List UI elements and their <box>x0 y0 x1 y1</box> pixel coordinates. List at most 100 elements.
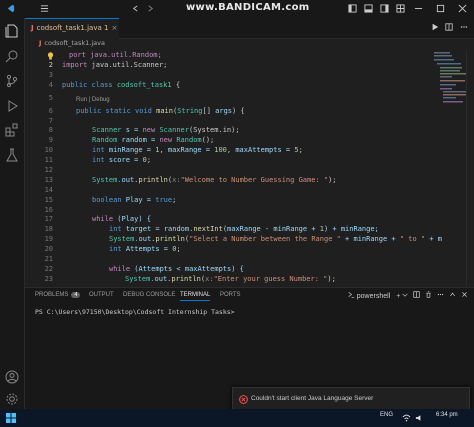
code-token: println <box>138 176 168 184</box>
code-token: void <box>135 107 152 115</box>
code-token: Random <box>92 136 118 144</box>
codelens-run-debug[interactable]: Run | Debug <box>76 97 110 103</box>
back-arrow-icon[interactable] <box>131 4 140 13</box>
code-token: (Play) { <box>113 215 152 223</box>
extensions-icon[interactable] <box>5 123 19 137</box>
close-window-icon[interactable] <box>458 4 467 13</box>
tab-problems[interactable]: PROBLEMS 4 <box>35 292 81 298</box>
code-token: s = <box>121 126 143 134</box>
code-token: System. <box>109 235 139 243</box>
code-token: "Select a Number between the Range " <box>189 235 341 243</box>
lightbulb-icon[interactable] <box>47 52 54 60</box>
settings-gear-icon[interactable] <box>5 392 19 406</box>
editor-scrollbar[interactable] <box>466 50 474 286</box>
wifi-icon[interactable] <box>402 414 411 422</box>
customize-layout-icon[interactable] <box>396 4 405 13</box>
code-line-22: while (Attempts < maxAttempts) { <box>109 265 244 273</box>
code-token: ); <box>328 176 337 184</box>
clock[interactable]: 6:34 pm <box>436 412 458 418</box>
language-indicator[interactable]: ENG <box>380 412 393 418</box>
close-panel-icon[interactable] <box>461 291 468 298</box>
tab-output[interactable]: OUTPUT <box>89 292 114 298</box>
problems-count-badge: 4 <box>71 292 81 298</box>
tab-debug-console[interactable]: DEBUG CONSOLE <box>123 292 175 298</box>
code-token: println <box>171 275 201 283</box>
line-number: 22 <box>44 265 53 273</box>
line-number: 2 <box>48 61 53 69</box>
windows-taskbar: ENG 6:34 pm <box>0 409 474 427</box>
breadcrumb-filename[interactable]: codsoft_task1.java <box>44 39 105 47</box>
shell-selector[interactable]: powershell <box>357 293 390 300</box>
code-line-9: Random random = new Random(); <box>92 136 214 144</box>
code-token: [] <box>202 107 216 115</box>
line-number: 5 <box>48 94 53 102</box>
code-token: target = random. <box>121 225 194 233</box>
line-number: 14 <box>44 186 53 194</box>
code-token: " to " <box>399 235 426 243</box>
editor-tab-bar: Jcodsoft_task1.java 1 × <box>25 18 474 39</box>
code-token: x: <box>205 275 214 283</box>
breadcrumb[interactable]: Jcodsoft_task1.java <box>25 38 474 49</box>
code-token: System. <box>125 275 155 283</box>
toggle-panel-icon[interactable] <box>364 4 373 13</box>
code-token: random = <box>117 136 160 144</box>
search-icon[interactable] <box>5 49 19 63</box>
testing-icon[interactable] <box>5 148 19 162</box>
chevron-down-icon[interactable] <box>402 292 408 298</box>
code-token: true <box>155 196 173 204</box>
tab-codsoft-task1[interactable]: Jcodsoft_task1.java 1 × <box>25 18 119 39</box>
code-token: codsoft_task1 <box>116 81 172 89</box>
volume-icon[interactable] <box>415 414 424 422</box>
line-number: 23 <box>44 275 53 283</box>
code-token: + m <box>425 235 443 243</box>
line-number: 9 <box>48 136 53 144</box>
minimap[interactable] <box>432 50 466 110</box>
code-token: (Attempts < maxAttempts) { <box>130 265 244 273</box>
line-number: 10 <box>44 146 53 154</box>
code-line-10: int minRange = 1, maxRange = 100, maxAtt… <box>92 146 303 154</box>
code-token: Scanner <box>159 126 189 134</box>
tab-filename: codsoft_task1.java <box>36 24 102 32</box>
java-file-icon: J <box>39 39 42 47</box>
line-number: 4 <box>48 81 53 89</box>
toggle-secondary-sidebar-icon[interactable] <box>380 4 389 13</box>
maximize-panel-icon[interactable] <box>449 291 456 298</box>
source-control-icon[interactable] <box>5 74 19 88</box>
terminal-prompt[interactable]: PS C:\Users\97150\Desktop\Codsoft Intern… <box>35 308 235 316</box>
code-token: ); <box>327 275 336 283</box>
explorer-icon[interactable] <box>5 24 19 38</box>
code-token: minRange = <box>104 146 156 154</box>
minimize-icon[interactable] <box>414 4 423 13</box>
toggle-sidebar-icon[interactable] <box>348 4 357 13</box>
split-editor-icon[interactable] <box>445 23 454 31</box>
code-token: nextInt <box>193 225 223 233</box>
line-number: 12 <box>44 166 53 174</box>
new-terminal-button[interactable]: + <box>396 293 400 300</box>
code-line-19: System.out.println("Select a Number betw… <box>109 235 442 243</box>
trash-icon[interactable] <box>425 291 432 298</box>
vscode-logo-icon <box>7 4 15 13</box>
tab-terminal[interactable]: TERMINAL <box>180 292 211 301</box>
error-icon <box>239 395 248 404</box>
code-editor[interactable]: 1234567891011121314151617181920212223 po… <box>25 50 474 286</box>
account-icon[interactable] <box>5 370 19 384</box>
more-actions-icon[interactable] <box>460 23 468 31</box>
run-debug-icon[interactable] <box>5 99 19 113</box>
menu-icon[interactable] <box>40 4 49 13</box>
split-terminal-icon[interactable] <box>413 291 420 298</box>
line-number: 11 <box>44 156 53 164</box>
code-line-11: int score = 0; <box>92 156 151 164</box>
more-actions-icon[interactable] <box>437 291 444 298</box>
windows-start-icon[interactable] <box>6 413 16 423</box>
tab-close-button[interactable]: × <box>111 24 117 32</box>
code-token: Random <box>176 136 202 144</box>
forward-arrow-icon[interactable] <box>146 4 155 13</box>
code-token: static <box>105 107 131 115</box>
code-line-18: int target = random.nextInt(maxRange - m… <box>109 225 379 233</box>
run-icon[interactable] <box>431 23 439 31</box>
tab-ports[interactable]: PORTS <box>220 292 241 298</box>
code-line-8: Scanner s = new Scanner(System.in); <box>92 126 240 134</box>
code-token: Scanner <box>92 126 122 134</box>
line-number: 21 <box>44 255 53 263</box>
maximize-icon[interactable] <box>436 4 445 13</box>
